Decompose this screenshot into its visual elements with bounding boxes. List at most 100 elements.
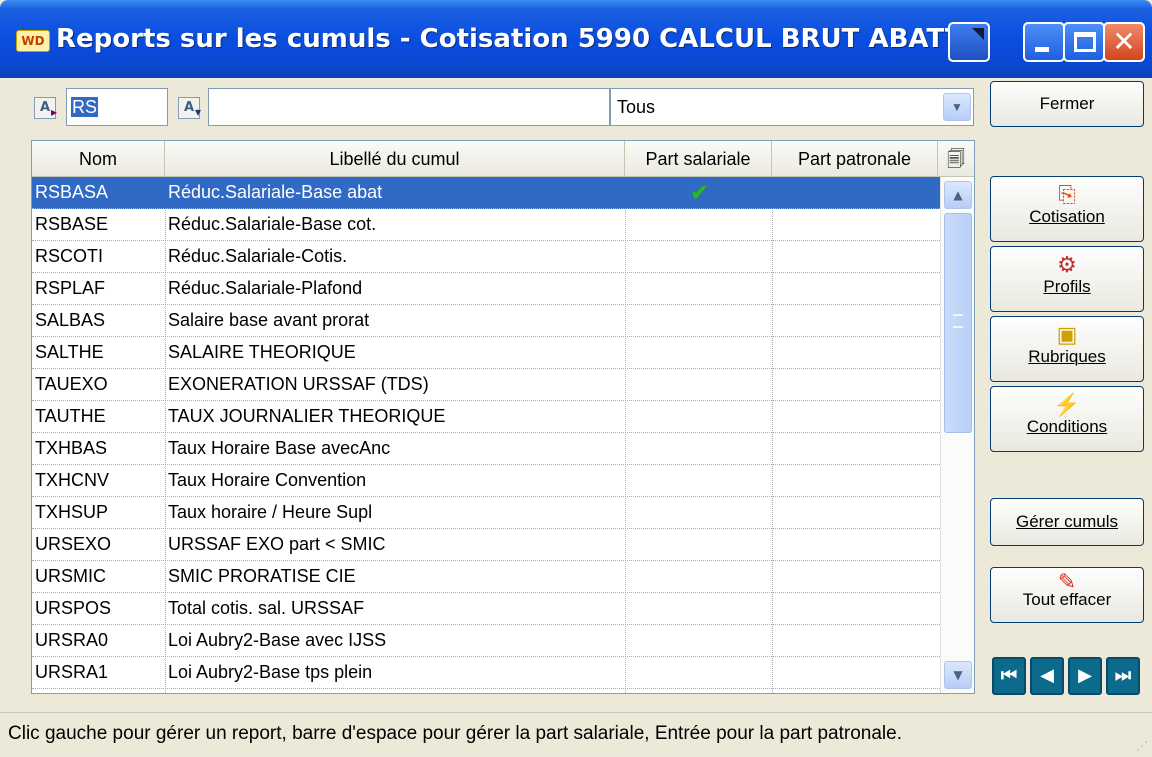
column-header-part-salariale[interactable]: Part salariale — [625, 141, 772, 177]
tout-effacer-button[interactable]: ✎ Tout effacer — [990, 567, 1144, 623]
cell-libelle: Salaire base avant prorat — [168, 310, 370, 330]
maximize-icon — [1074, 32, 1096, 52]
profils-label: Profils — [1043, 277, 1091, 296]
cell-libelle: Réduc.Salariale-Plafond — [168, 278, 363, 298]
gerer-cumuls-button[interactable]: Gérer cumuls — [990, 498, 1144, 546]
cell-nom: TAUTHE — [35, 406, 106, 426]
code-filter-icon[interactable]: A ▸ — [34, 97, 57, 119]
table-row[interactable]: TAUTHE TAUX JOURNALIER THEORIQUE — [32, 401, 940, 433]
cell-nom: RSPLAF — [35, 278, 106, 298]
column-header-part-patronale[interactable]: Part patronale — [772, 141, 938, 177]
table-row[interactable]: RSCOTI Réduc.Salariale-Cotis. — [32, 241, 940, 273]
vertical-scrollbar[interactable]: ▲ ▼ — [940, 177, 974, 693]
cell-nom: RSBASA — [35, 182, 109, 202]
table-row[interactable]: URSMIC SMIC PRORATISE CIE — [32, 561, 940, 593]
conditions-label: Conditions — [1026, 417, 1108, 436]
window-title: Reports sur les cumuls - Cotisation 5990… — [56, 24, 984, 54]
cell-libelle: SALAIRE THEORIQUE — [168, 342, 356, 362]
cell-nom: URSMIC — [35, 566, 106, 586]
table-row[interactable]: TXHBAS Taux Horaire Base avecAnc — [32, 433, 940, 465]
table-row[interactable]: RSBASE Réduc.Salariale-Base cot. — [32, 209, 940, 241]
cell-nom: SALTHE — [35, 342, 104, 362]
cumuls-table: Nom Libellé du cumul Part salariale Part… — [31, 140, 975, 694]
close-button[interactable]: ✕ — [1103, 22, 1145, 62]
cell-libelle: Réduc.Salariale-Cotis. — [168, 246, 348, 266]
column-picker-icon[interactable]: 🗐 — [938, 141, 974, 177]
cell-nom: URSRA1 — [35, 662, 109, 682]
table-header: Nom Libellé du cumul Part salariale Part… — [32, 141, 974, 177]
table-body: RSBASA Réduc.Salariale-Base abat ✔ RSBASE Ré… — [32, 177, 940, 689]
profils-icon: ⚙ — [1057, 252, 1077, 277]
scroll-up-icon[interactable]: ▲ — [944, 181, 972, 209]
previous-record-icon[interactable]: ◀ — [1030, 657, 1064, 695]
fermer-button[interactable]: Fermer — [990, 81, 1144, 127]
last-record-icon[interactable]: ⏭ — [1106, 657, 1140, 695]
scroll-down-icon[interactable]: ▼ — [944, 661, 972, 689]
table-row[interactable]: RSPLAF Réduc.Salariale-Plafond — [32, 273, 940, 305]
conditions-button[interactable]: ⚡ Conditions — [990, 386, 1144, 452]
cotisation-button[interactable]: ⎘ Cotisation — [990, 176, 1144, 242]
table-row[interactable]: URSRA0 Loi Aubry2-Base avec IJSS — [32, 625, 940, 657]
gerer-cumuls-label: Gérer cumuls — [1015, 512, 1119, 531]
cell-libelle: Loi Aubry2-Base tps plein — [168, 662, 373, 682]
cell-nom: TXHCNV — [35, 470, 110, 490]
cell-nom: URSPOS — [35, 598, 112, 618]
cell-nom: URSRA0 — [35, 630, 109, 650]
rubriques-icon: ▣ — [1056, 322, 1078, 347]
cell-libelle: Taux Horaire Base avecAnc — [168, 438, 391, 458]
column-header-nom[interactable]: Nom — [32, 141, 165, 177]
cell-libelle: URSSAF EXO part < SMIC — [168, 534, 386, 554]
cell-libelle: Réduc.Salariale-Base abat — [168, 182, 383, 202]
resize-grip-icon[interactable]: ⋰ — [1136, 739, 1148, 753]
column-header-libelle[interactable]: Libellé du cumul — [165, 141, 625, 177]
code-filter-input[interactable]: RS — [66, 88, 168, 126]
cell-libelle: Total cotis. sal. URSSAF — [168, 598, 365, 618]
table-row[interactable]: SALTHE SALAIRE THEORIQUE — [32, 337, 940, 369]
cell-libelle: Loi Aubry2-Base avec IJSS — [168, 630, 387, 650]
next-record-icon[interactable]: ▶ — [1068, 657, 1102, 695]
table-row[interactable]: RSBASA Réduc.Salariale-Base abat ✔ — [32, 177, 940, 209]
corner-icon — [972, 28, 984, 40]
first-record-icon[interactable]: ⏮ — [992, 657, 1026, 695]
title-bar: WD Reports sur les cumuls - Cotisation 5… — [0, 0, 1152, 78]
profils-button[interactable]: ⚙ Profils — [990, 246, 1144, 312]
check-icon[interactable]: ✔ — [627, 177, 772, 208]
label-filter-icon[interactable]: A ▾ — [178, 97, 201, 119]
app-logo-icon: WD — [16, 30, 50, 52]
cell-libelle: Taux horaire / Heure Supl — [168, 502, 373, 522]
grip-icon — [953, 314, 963, 328]
conditions-icon: ⚡ — [1053, 392, 1081, 417]
cell-nom: RSBASE — [35, 214, 109, 234]
label-filter-input[interactable] — [208, 88, 610, 126]
cell-libelle: Taux Horaire Convention — [168, 470, 367, 490]
chevron-down-icon[interactable]: ▼ — [943, 93, 971, 121]
status-text: Clic gauche pour gérer un report, barre … — [8, 723, 902, 744]
cell-libelle: Réduc.Salariale-Base cot. — [168, 214, 377, 234]
table-row[interactable]: URSRA1 Loi Aubry2-Base tps plein — [32, 657, 940, 689]
cell-nom: TXHBAS — [35, 438, 108, 458]
maximize-button[interactable] — [1063, 22, 1105, 62]
table-row[interactable]: TXHCNV Taux Horaire Convention — [32, 465, 940, 497]
table-row[interactable]: TAUEXO EXONERATION URSSAF (TDS) — [32, 369, 940, 401]
table-row[interactable]: SALBAS Salaire base avant prorat — [32, 305, 940, 337]
window-special-button[interactable] — [948, 22, 990, 62]
table-row[interactable]: TXHSUP Taux horaire / Heure Supl — [32, 497, 940, 529]
cell-libelle: TAUX JOURNALIER THEORIQUE — [168, 406, 446, 426]
table-row[interactable]: URSEXO URSSAF EXO part < SMIC — [32, 529, 940, 561]
cotisation-label: Cotisation — [1029, 207, 1105, 226]
cell-nom: RSCOTI — [35, 246, 104, 266]
cell-nom: URSEXO — [35, 534, 112, 554]
cell-nom: TXHSUP — [35, 502, 109, 522]
type-select-value: Tous — [617, 97, 656, 117]
cell-nom: TAUEXO — [35, 374, 108, 394]
tout-effacer-label: Tout effacer — [1022, 590, 1112, 609]
rubriques-label: Rubriques — [1028, 347, 1106, 366]
scroll-thumb[interactable] — [944, 213, 972, 433]
minimize-button[interactable] — [1023, 22, 1065, 62]
table-row[interactable]: URSPOS Total cotis. sal. URSSAF — [32, 593, 940, 625]
cell-libelle: SMIC PRORATISE CIE — [168, 566, 356, 586]
cotisation-icon: ⎘ — [1058, 182, 1076, 207]
type-select[interactable]: Tous ▼ — [610, 88, 974, 126]
close-icon: ✕ — [1112, 25, 1136, 58]
rubriques-button[interactable]: ▣ Rubriques — [990, 316, 1144, 382]
